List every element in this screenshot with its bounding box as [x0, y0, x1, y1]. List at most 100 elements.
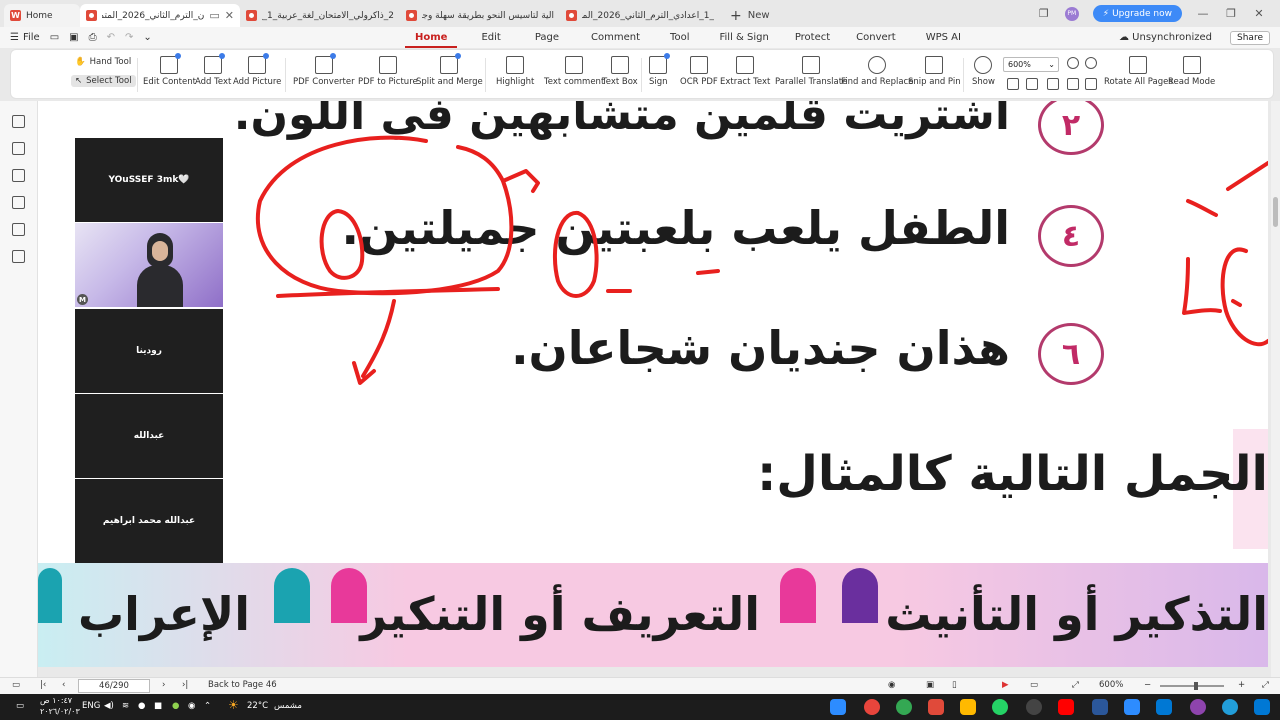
read-mode-button[interactable]: Read Mode: [1168, 56, 1215, 87]
back-to-page-link[interactable]: Back to Page 46: [208, 680, 277, 690]
thumbnail-icon[interactable]: [12, 142, 25, 155]
wps-icon[interactable]: [928, 699, 944, 715]
wifi-icon[interactable]: ≋: [122, 701, 129, 711]
weather-temp[interactable]: 22°C: [247, 701, 268, 711]
sync-status[interactable]: ☁ Unsynchronized: [1119, 32, 1212, 43]
tab-convert[interactable]: Convert: [846, 27, 906, 48]
new-tab-button[interactable]: + New: [730, 4, 770, 27]
snip-pin-button[interactable]: Snip and Pin: [908, 56, 961, 87]
zoom-app-icon[interactable]: [1124, 699, 1140, 715]
participant-tile[interactable]: عبدالله محمد ابراهيم: [75, 479, 223, 563]
whatsapp-icon[interactable]: [992, 699, 1008, 715]
telegram-icon[interactable]: [1222, 699, 1238, 715]
play-icon[interactable]: ▶: [1002, 680, 1009, 690]
tab-document[interactable]: 2_ذاكرولي_الامتحان_لغة_عربية_1_ع_ترم: [240, 4, 400, 27]
layers-icon[interactable]: [12, 250, 25, 263]
participant-tile[interactable]: عبدالله: [75, 394, 223, 478]
clock-time[interactable]: ١٠:٤٧ ص: [40, 696, 72, 705]
text-box-button[interactable]: Text Box: [602, 56, 638, 87]
start-menu-icon[interactable]: [1254, 699, 1270, 715]
youtube-icon[interactable]: [1058, 699, 1074, 715]
share-button[interactable]: Share: [1230, 30, 1270, 45]
close-tab-icon[interactable]: ✕: [225, 9, 234, 22]
file-menu[interactable]: File: [23, 32, 40, 43]
split-merge-button[interactable]: Split and Merge: [416, 53, 483, 87]
tab-edit[interactable]: Edit: [471, 27, 510, 48]
rotate-icon[interactable]: [1067, 78, 1079, 90]
camera-icon[interactable]: ■: [154, 701, 162, 711]
tab-list-icon[interactable]: ❐: [1037, 7, 1051, 20]
minimize-icon[interactable]: —: [1196, 7, 1210, 20]
scrollbar-thumb[interactable]: [1273, 197, 1278, 227]
pdf-to-picture-button[interactable]: PDF to Picture: [358, 56, 418, 87]
chrome-icon[interactable]: [864, 699, 880, 715]
add-text-button[interactable]: Add Text: [195, 53, 231, 87]
copilot-icon[interactable]: [1190, 699, 1206, 715]
weather-text[interactable]: مشمس: [274, 701, 302, 711]
zoom-level[interactable]: 600%: [1099, 680, 1123, 690]
sign-button[interactable]: Sign: [649, 53, 671, 87]
view-mode-icon[interactable]: ▣: [926, 680, 934, 690]
language-indicator[interactable]: ENG: [82, 701, 100, 711]
hamburger-icon[interactable]: ☰: [10, 32, 19, 43]
prev-page-icon[interactable]: ‹: [62, 680, 65, 690]
file-explorer-icon[interactable]: [960, 699, 976, 715]
highlight-button[interactable]: Highlight: [496, 56, 534, 87]
bookmark-icon[interactable]: [12, 115, 25, 128]
clock-date[interactable]: ٢٠٢٦/٠٢/٠٣: [40, 707, 80, 716]
tab-comment[interactable]: Comment: [581, 27, 650, 48]
text-comment-button[interactable]: Text comment: [544, 56, 604, 87]
signature-icon[interactable]: [12, 223, 25, 236]
zoom-out-icon[interactable]: −: [1144, 680, 1151, 690]
edit-content-button[interactable]: Edit Content: [143, 53, 196, 87]
tab-document[interactable]: _1_اعدادي_الترم_الثاني_2026_المتميزون: [560, 4, 720, 27]
show-button[interactable]: Show: [972, 56, 995, 87]
print-icon[interactable]: ⎙: [89, 32, 97, 43]
eye-icon[interactable]: ◉: [888, 680, 895, 690]
settings-app-icon[interactable]: [1156, 699, 1172, 715]
next-page-icon[interactable]: ›: [162, 680, 165, 690]
zoom-in-icon[interactable]: [1085, 57, 1097, 69]
tray-app-icon[interactable]: ●: [172, 701, 179, 711]
pdf-converter-button[interactable]: PDF Converter: [293, 53, 355, 87]
close-window-icon[interactable]: ✕: [1252, 7, 1266, 20]
actual-size-icon[interactable]: [1047, 78, 1059, 90]
single-page-icon[interactable]: [1085, 78, 1097, 90]
rotate-all-pages-button[interactable]: Rotate All Pages: [1104, 56, 1173, 87]
zoom-app-icon[interactable]: [830, 699, 846, 715]
participant-tile[interactable]: YOuSSEF 3mk🤍: [75, 138, 223, 222]
parallel-translate-button[interactable]: Parallel Translate: [775, 56, 847, 87]
tray-app-icon[interactable]: ◉: [188, 701, 195, 711]
notification-icon[interactable]: ▭: [16, 701, 24, 711]
volume-icon[interactable]: ◀): [104, 701, 114, 711]
fit-page-icon[interactable]: [1007, 78, 1019, 90]
tab-home[interactable]: Home: [405, 27, 458, 48]
monitor-icon[interactable]: ▭: [209, 9, 219, 22]
sidebar-toggle-icon[interactable]: ▭: [12, 680, 20, 690]
tab-protect[interactable]: Protect: [785, 27, 840, 48]
select-tool-button[interactable]: ↖ Select Tool: [71, 75, 136, 87]
chevron-up-icon[interactable]: ⌃: [204, 701, 211, 711]
tab-wps-ai[interactable]: WPS AI: [916, 27, 971, 48]
avatar[interactable]: PM: [1064, 6, 1079, 21]
find-replace-button[interactable]: Find and Replace: [841, 56, 913, 87]
undo-icon[interactable]: ↶: [107, 32, 115, 43]
last-page-icon[interactable]: ›|: [182, 680, 188, 690]
fullscreen-icon[interactable]: ⤢: [1072, 680, 1079, 690]
comment-icon[interactable]: [12, 169, 25, 182]
single-page-view-icon[interactable]: ▯: [952, 680, 957, 690]
upgrade-button[interactable]: ⚡ Upgrade now: [1092, 5, 1182, 22]
add-picture-button[interactable]: Add Picture: [233, 53, 281, 87]
first-page-icon[interactable]: |‹: [40, 680, 46, 690]
tab-document[interactable]: الية لتأسيس النحو بطريقة سهلة وجميلة: [400, 4, 560, 27]
tab-tool[interactable]: Tool: [660, 27, 699, 48]
folder-app-icon[interactable]: [1092, 699, 1108, 715]
tab-fill-sign[interactable]: Fill & Sign: [709, 27, 778, 48]
ocr-pdf-button[interactable]: OCR PDF: [680, 56, 718, 87]
folder-icon[interactable]: ▭: [50, 32, 59, 43]
redo-icon[interactable]: ↷: [125, 32, 133, 43]
participant-tile[interactable]: رودينا: [75, 309, 223, 393]
hand-tool-button[interactable]: ✋ Hand Tool: [71, 56, 135, 68]
zoom-select[interactable]: 600% ⌄: [1003, 57, 1059, 72]
attachment-icon[interactable]: [12, 196, 25, 209]
